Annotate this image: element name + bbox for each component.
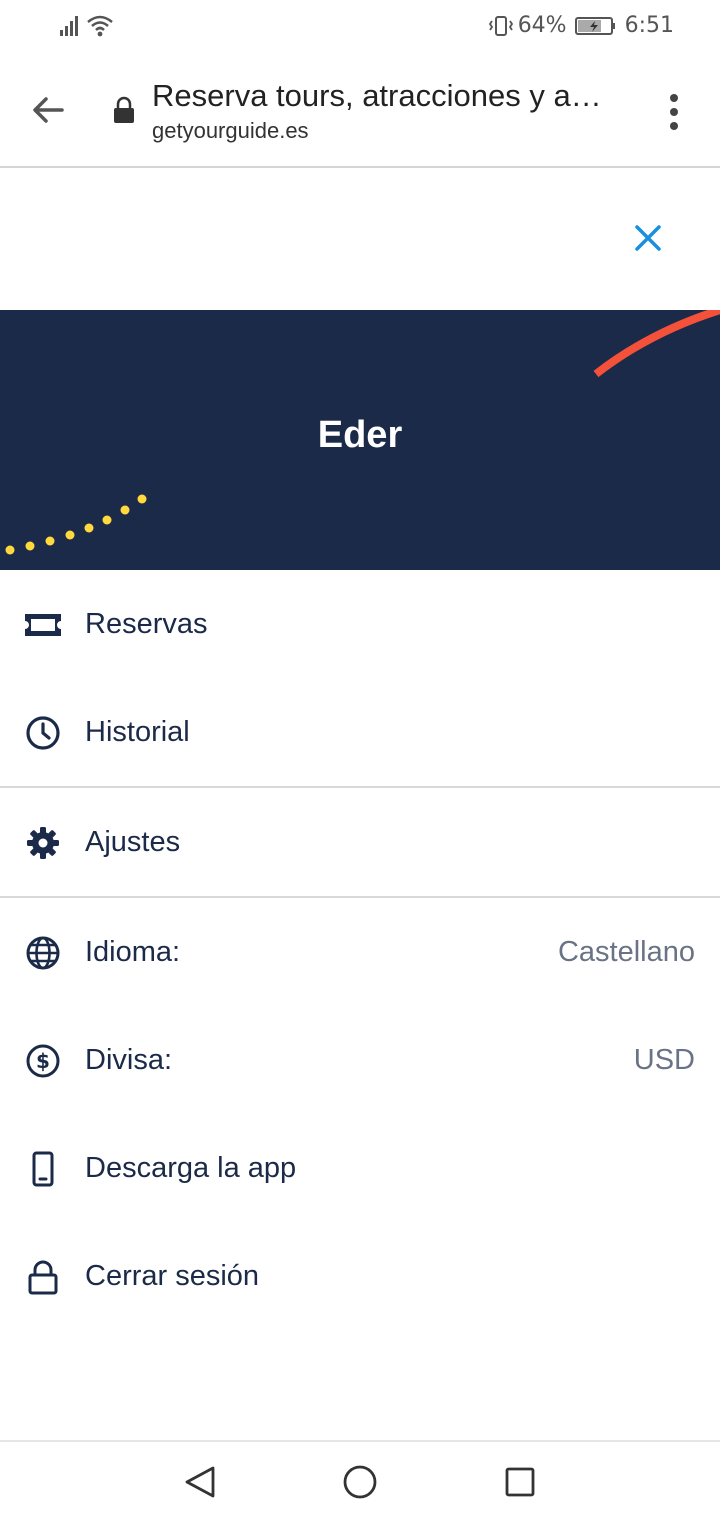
divisa-label: Divisa: <box>85 1044 173 1076</box>
nav-recents-icon[interactable] <box>500 1462 540 1502</box>
menu-item-descarga-app[interactable]: Descarga la app <box>0 1118 720 1218</box>
divider <box>0 896 720 898</box>
battery-icon <box>574 16 615 35</box>
nav-back-icon[interactable] <box>180 1462 220 1502</box>
user-name: Eder <box>317 414 403 456</box>
phone-icon <box>32 1151 54 1187</box>
system-nav-bar <box>0 1440 720 1522</box>
status-bar: 64% 6:51 <box>0 0 720 56</box>
lock-icon <box>114 96 134 123</box>
signal-icon <box>60 16 78 36</box>
page-title[interactable]: Reserva tours, atracciones y a… <box>152 78 622 114</box>
historial-label: Historial <box>85 716 190 748</box>
idioma-value: Castellano <box>557 936 695 968</box>
page-domain[interactable]: getyourguide.es <box>152 118 309 144</box>
more-vert-icon[interactable] <box>664 92 684 132</box>
divider <box>0 786 720 788</box>
menu-item-ajustes[interactable]: Ajustes <box>0 792 720 892</box>
menu-item-historial[interactable]: Historial <box>0 682 720 782</box>
dollar-icon: $ <box>26 1044 60 1078</box>
divisa-value: USD <box>633 1044 695 1076</box>
clock-icon <box>26 716 60 750</box>
clock-time: 6:51 <box>624 13 674 38</box>
reservas-label: Reservas <box>85 608 208 640</box>
ajustes-label: Ajustes <box>85 826 181 858</box>
idioma-label: Idioma: <box>85 936 181 968</box>
menu-item-divisa[interactable]: $ Divisa: USD <box>0 1010 720 1110</box>
vibrate-icon <box>488 15 513 36</box>
menu-item-cerrar-sesion[interactable]: Cerrar sesión <box>0 1226 720 1326</box>
cerrar-label: Cerrar sesión <box>85 1260 260 1292</box>
svg-text:$: $ <box>36 1049 50 1073</box>
gear-icon <box>27 827 59 859</box>
nav-home-icon[interactable] <box>340 1462 380 1502</box>
menu-item-idioma[interactable]: Idioma: Castellano <box>0 902 720 1002</box>
profile-header: Eder <box>0 310 720 570</box>
back-arrow-icon[interactable] <box>28 90 68 130</box>
status-right: 64% 6:51 <box>488 13 674 38</box>
wifi-icon <box>87 15 113 37</box>
descarga-label: Descarga la app <box>85 1152 297 1184</box>
close-icon[interactable] <box>628 218 668 258</box>
browser-toolbar: Reserva tours, atracciones y a… getyourg… <box>0 56 720 168</box>
ticket-icon <box>25 614 61 636</box>
menu-item-reservas[interactable]: Reservas <box>0 574 720 674</box>
padlock-icon <box>28 1260 58 1295</box>
battery-percent: 64% <box>517 13 567 38</box>
globe-icon <box>26 936 60 970</box>
